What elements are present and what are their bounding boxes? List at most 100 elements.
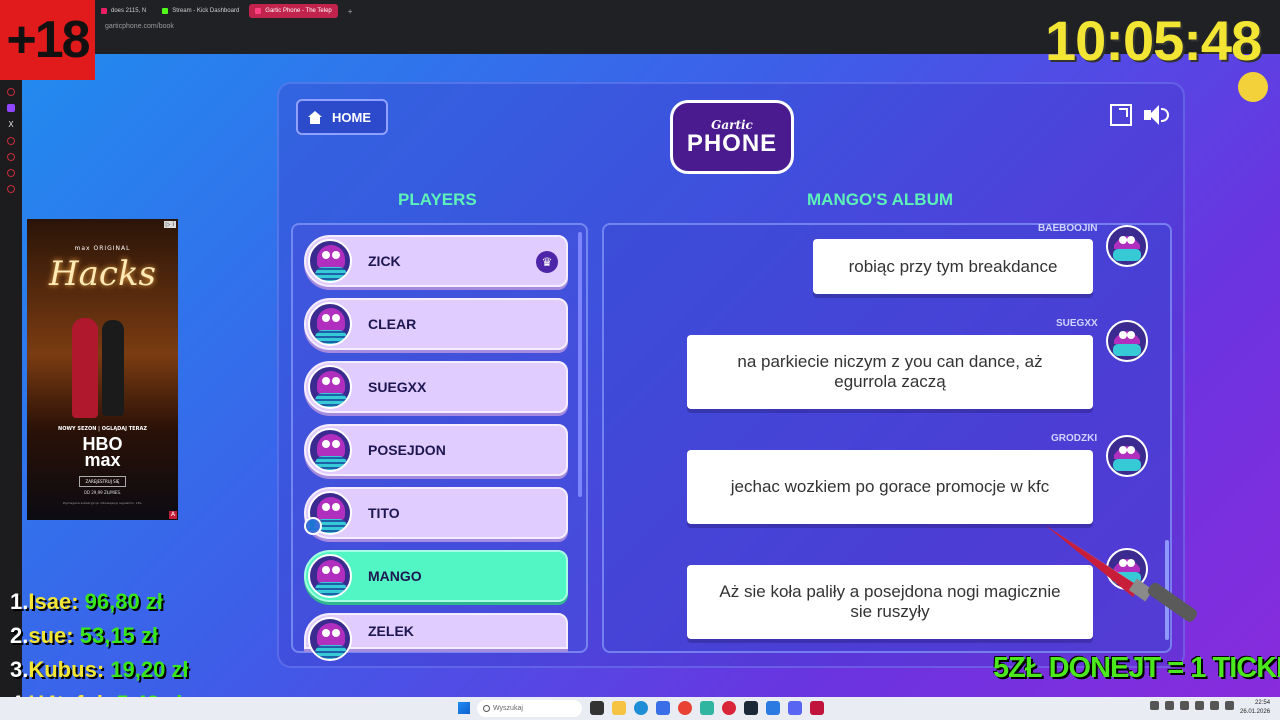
fullscreen-icon[interactable] xyxy=(1110,104,1132,126)
tray-icon[interactable] xyxy=(1195,701,1204,710)
knife-icon xyxy=(1045,525,1197,622)
gartic-favicon xyxy=(255,8,262,14)
players-scrollbar[interactable] xyxy=(578,232,582,497)
new-tab-button[interactable]: + xyxy=(342,4,359,18)
edge-icon[interactable] xyxy=(634,701,648,715)
ad-cta-button[interactable]: ZAREJESTRUJ SIĘ xyxy=(78,476,127,487)
tab-label: Gartic Phone - The Telep xyxy=(265,8,332,14)
tray-icon[interactable] xyxy=(1180,701,1189,710)
twitch-icon[interactable] xyxy=(7,104,15,112)
ad-corner-icon: A xyxy=(169,511,177,519)
album-entry-text: robiąc przy tym breakdance xyxy=(813,239,1093,294)
taskbar-date: 26.01.2026 xyxy=(1240,709,1271,715)
ticket-banner: 5ZŁ DONEJT = 1 TICKET xyxy=(993,652,1280,684)
leader-sep: : xyxy=(71,589,85,614)
task-view-icon[interactable] xyxy=(590,701,604,715)
author-avatar xyxy=(1106,225,1148,267)
age-rating-badge: +18 xyxy=(0,0,95,80)
players-title: PLAYERS xyxy=(398,190,477,209)
player-card-zelek[interactable]: ZELEK xyxy=(304,613,568,661)
windows-start-icon[interactable] xyxy=(458,702,470,714)
home-label: HOME xyxy=(332,109,371,125)
album-entry-text: jechac wozkiem po gorace promocje w kfc xyxy=(687,450,1093,524)
stream-clock: 10:05:48 xyxy=(1045,9,1262,72)
author-avatar xyxy=(1106,320,1148,362)
tab-kick-dashboard[interactable]: Stream - Kick Dashboard xyxy=(156,4,245,18)
album-author: BAEBOOJIN xyxy=(1038,223,1098,234)
leader-rank: 1. xyxy=(10,589,29,614)
file-explorer-icon[interactable] xyxy=(612,701,626,715)
player-card-tito[interactable]: TITO xyxy=(304,487,568,539)
tray-icon[interactable] xyxy=(1165,701,1174,710)
leader-name: Isae xyxy=(28,589,72,614)
player-card-clear[interactable]: CLEAR xyxy=(304,298,568,350)
logo-phone: PHONE xyxy=(686,130,778,157)
address-bar[interactable]: garticphone.com/book xyxy=(105,23,174,30)
sidebar-app-icon[interactable] xyxy=(7,88,15,96)
home-button[interactable]: HOME xyxy=(296,99,388,135)
tab-label: Stream - Kick Dashboard xyxy=(172,8,240,14)
app-icon[interactable] xyxy=(766,701,780,715)
leader-amount: 53,15 zł xyxy=(79,623,159,648)
player-avatar xyxy=(308,617,352,661)
tab-favicon xyxy=(101,8,107,14)
sidebar-app-icon[interactable] xyxy=(7,137,15,145)
x-icon[interactable]: X xyxy=(8,120,13,129)
taskbar-apps xyxy=(590,701,824,715)
ad-original-label: max ORIGINAL xyxy=(74,245,131,252)
home-icon xyxy=(308,110,322,124)
tab-1[interactable]: does 2115, N xyxy=(95,4,152,18)
ad-choices-icon[interactable]: ▷ i xyxy=(163,221,176,228)
discord-icon[interactable] xyxy=(788,701,802,715)
leader-rank: 2. xyxy=(10,623,29,648)
volume-icon[interactable] xyxy=(1144,104,1170,126)
player-avatar xyxy=(308,302,352,346)
player-name: MANGO xyxy=(368,568,422,584)
sidebar-app-icon[interactable] xyxy=(7,185,15,193)
ad-figure-woman-red xyxy=(71,318,98,418)
player-card-posejdon[interactable]: POSEJDON xyxy=(304,424,568,476)
steam-icon[interactable] xyxy=(744,701,758,715)
taskbar-time: 22:54 xyxy=(1255,700,1271,706)
taskbar-clock[interactable]: 22:54 26.01.2026 xyxy=(1240,699,1270,717)
app-icon[interactable] xyxy=(810,701,824,715)
player-name: TITO xyxy=(368,505,400,521)
opera-icon[interactable] xyxy=(722,701,736,715)
clock-decoration xyxy=(1238,72,1268,102)
tab-strip: does 2115, N Stream - Kick Dashboard Gar… xyxy=(95,4,358,20)
store-icon[interactable] xyxy=(656,701,670,715)
leaderboard-row: 1.Isae: 96,80 zł xyxy=(10,585,189,619)
player-name: SUEGXX xyxy=(368,379,427,395)
crown-icon: ♛ xyxy=(536,251,558,273)
app-icon[interactable] xyxy=(700,701,714,715)
sidebar-app-icon[interactable] xyxy=(7,153,15,161)
player-avatar xyxy=(308,365,352,409)
album-author: SUEGXX xyxy=(1056,318,1098,329)
tray-icon[interactable] xyxy=(1150,701,1159,710)
player-name: CLEAR xyxy=(368,316,417,332)
leaderboard-row: 3.Kubus: 19,20 zł xyxy=(10,653,189,687)
tray-icon[interactable] xyxy=(1225,701,1234,710)
ad-figure-woman-black xyxy=(101,320,124,416)
kick-favicon xyxy=(162,8,169,14)
sidebar-app-icon[interactable] xyxy=(7,169,15,177)
hbo-logo: HBO max xyxy=(27,435,178,470)
tray-icon[interactable] xyxy=(1210,701,1219,710)
ad-poster-figures xyxy=(58,300,148,420)
leader-name: Kubus xyxy=(28,657,97,682)
system-tray xyxy=(1150,701,1234,710)
album-author: GRODZKI xyxy=(1051,433,1098,444)
chrome-icon[interactable] xyxy=(678,701,692,715)
hbo-logo-bottom: max xyxy=(84,450,121,470)
tab-gartic-phone[interactable]: Gartic Phone - The Telep xyxy=(249,4,338,18)
tab-label: does 2115, N xyxy=(111,8,147,14)
windows-taskbar: Wyszukaj 22:54 26.01.2026 xyxy=(0,697,1280,720)
gartic-phone-logo: Gartic PHONE xyxy=(670,100,794,174)
ad-price: OD 29,99 ZŁ/MIES. xyxy=(83,490,122,495)
ad-tagline: NOWY SEZON | OGLĄDAJ TERAZ xyxy=(58,426,147,432)
player-card-suegxx[interactable]: SUEGXX xyxy=(304,361,568,413)
player-card-mango[interactable]: MANGO xyxy=(304,550,568,602)
taskbar-search[interactable]: Wyszukaj xyxy=(477,700,582,717)
hbo-max-ad[interactable]: ▷ i max ORIGINAL Hacks NOWY SEZON | OGLĄ… xyxy=(27,219,178,520)
player-card-zick[interactable]: ZICK ♛ xyxy=(304,235,568,287)
